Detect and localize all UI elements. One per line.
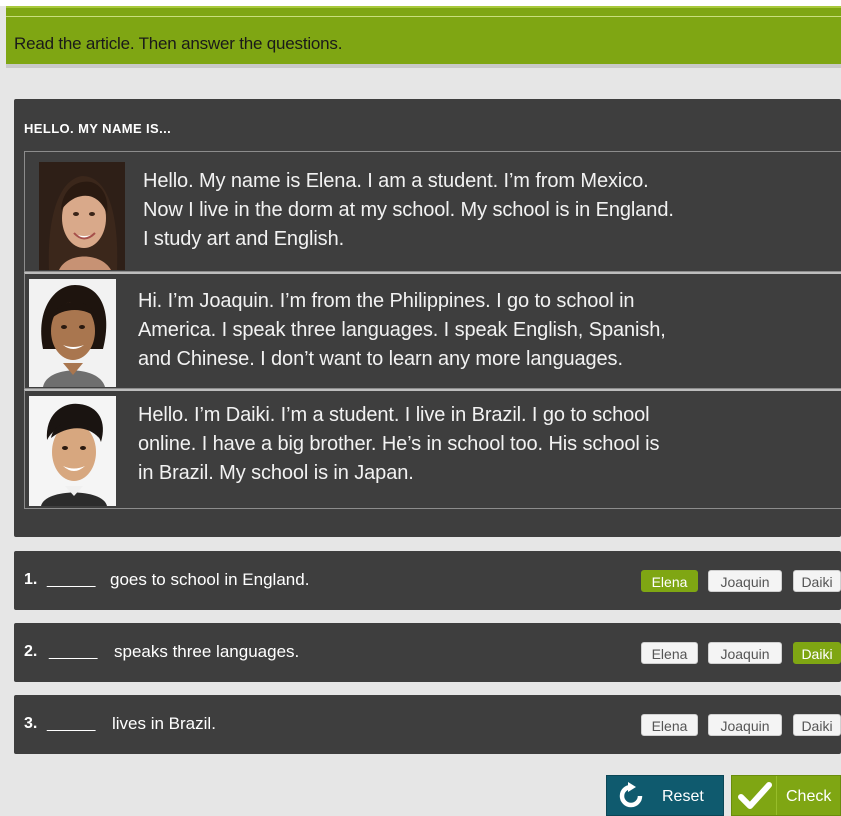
text-line: and Chinese. I don’t want to learn any m…	[138, 348, 623, 370]
option-joaquin-button[interactable]: Joaquin	[708, 714, 782, 736]
question-text: lives in Brazil.	[112, 714, 216, 733]
answer-blank: ______	[47, 571, 95, 588]
elena-portrait-image	[39, 162, 125, 270]
article-title: HELLO. MY NAME IS...	[24, 121, 172, 136]
option-joaquin-button[interactable]: Joaquin	[708, 570, 782, 592]
answer-blank: ______	[49, 643, 97, 660]
answer-blank: ______	[47, 715, 95, 732]
option-elena-button[interactable]: Elena	[641, 570, 698, 592]
checkmark-icon	[738, 782, 772, 809]
option-elena-button[interactable]: Elena	[641, 642, 698, 664]
text-line: Hello. My name is Elena. I am a student.…	[143, 170, 649, 192]
option-daiki-button[interactable]: Daiki	[793, 570, 841, 592]
question-number: 1.	[24, 571, 38, 588]
refresh-icon	[619, 782, 643, 808]
instruction-text: Read the article. Then answer the questi…	[14, 34, 343, 53]
question-text: goes to school in England.	[110, 570, 310, 589]
question-number: 2.	[24, 643, 38, 660]
elena-photo	[39, 162, 125, 270]
article-panel: HELLO. MY NAME IS... Hello. My name is E…	[14, 99, 841, 537]
article-entry-elena: Hello. My name is Elena. I am a student.…	[24, 151, 841, 272]
daiki-text: Hello. I’m Daiki. I’m a student. I live …	[138, 401, 838, 488]
article-entry-daiki: Hello. I’m Daiki. I’m a student. I live …	[24, 389, 841, 509]
check-button[interactable]: Check	[731, 775, 841, 816]
text-line: Hi. I’m Joaquin. I’m from the Philippine…	[138, 290, 635, 312]
reset-button[interactable]: Reset	[606, 775, 724, 816]
text-line: in Brazil. My school is in Japan.	[138, 462, 414, 484]
option-elena-button[interactable]: Elena	[641, 714, 698, 736]
check-label: Check	[786, 788, 832, 805]
reset-label: Reset	[662, 788, 704, 805]
question-row-1: 1. ______ goes to school in England. Ele…	[14, 551, 841, 610]
daiki-photo	[29, 396, 116, 506]
question-number: 3.	[24, 715, 38, 732]
option-daiki-button[interactable]: Daiki	[793, 642, 841, 664]
option-joaquin-button[interactable]: Joaquin	[708, 642, 782, 664]
daiki-portrait-image	[29, 396, 116, 506]
elena-text: Hello. My name is Elena. I am a student.…	[143, 167, 841, 254]
activity-screen: Read the article. Then answer the questi…	[0, 0, 841, 816]
option-daiki-button[interactable]: Daiki	[793, 714, 841, 736]
joaquin-photo	[29, 279, 116, 387]
text-line: America. I speak three languages. I spea…	[138, 319, 666, 341]
text-line: online. I have a big brother. He’s in sc…	[138, 433, 660, 455]
text-line: I study art and English.	[143, 228, 345, 250]
question-row-2: 2. ______ speaks three languages. Elena …	[14, 623, 841, 682]
article-entry-joaquin: Hi. I’m Joaquin. I’m from the Philippine…	[24, 272, 841, 389]
instruction-bar: Read the article. Then answer the questi…	[6, 6, 841, 64]
joaquin-text: Hi. I’m Joaquin. I’m from the Philippine…	[138, 287, 838, 374]
header-shadow	[6, 64, 841, 68]
text-line: Hello. I’m Daiki. I’m a student. I live …	[138, 404, 650, 426]
joaquin-portrait-image	[29, 279, 116, 387]
text-line: Now I live in the dorm at my school. My …	[143, 199, 674, 221]
question-text: speaks three languages.	[114, 642, 300, 661]
button-divider	[776, 776, 777, 815]
question-row-3: 3. ______ lives in Brazil. Elena Joaquin…	[14, 695, 841, 754]
